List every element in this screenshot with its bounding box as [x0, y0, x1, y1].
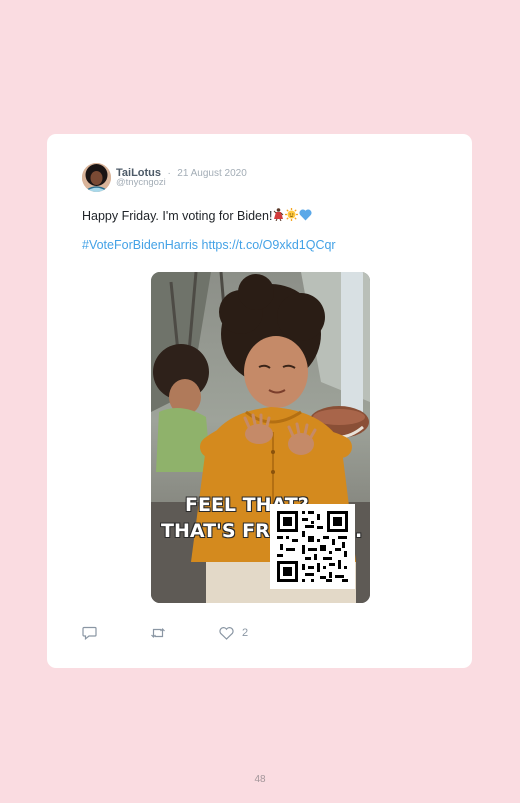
tweet-card: TaiLotus · 21 August 2020 @tnycngozi Hap… — [47, 134, 472, 668]
tweet-links: #VoteForBidenHarris https://t.co/O9xkd1Q… — [82, 238, 336, 252]
retweet-icon — [151, 628, 165, 638]
woman-dancing-emoji-icon — [273, 208, 284, 224]
gif-caption-line2-text: THAT'S FR — [161, 520, 270, 542]
tweet-media-gif[interactable]: FEEL THAT? THAT'S FR . — [151, 272, 370, 603]
separator: · — [167, 168, 171, 179]
avatar[interactable] — [82, 163, 111, 192]
heart-icon — [219, 626, 234, 640]
blue-heart-emoji-icon — [299, 209, 312, 224]
tweet-text: Happy Friday. I'm voting for Biden! — [82, 208, 312, 224]
reply-button[interactable] — [82, 625, 97, 641]
page-number: 48 — [254, 774, 266, 785]
author-handle[interactable]: @tnycngozi — [116, 177, 166, 188]
qr-code-icon — [270, 504, 355, 589]
like-count: 2 — [242, 627, 249, 639]
reply-icon — [82, 626, 97, 640]
sun-with-face-emoji-icon — [285, 208, 299, 224]
tweet-date[interactable]: 21 August 2020 — [177, 168, 247, 179]
retweet-button[interactable] — [150, 625, 166, 641]
gif-caption-line2-tail: . — [355, 520, 363, 542]
tweet-body: Happy Friday. I'm voting for Biden! — [82, 209, 273, 223]
url-link[interactable]: https://t.co/O9xkd1QCqr — [202, 238, 336, 252]
like-button[interactable]: 2 — [219, 625, 248, 641]
hashtag-link[interactable]: #VoteForBidenHarris — [82, 238, 198, 252]
